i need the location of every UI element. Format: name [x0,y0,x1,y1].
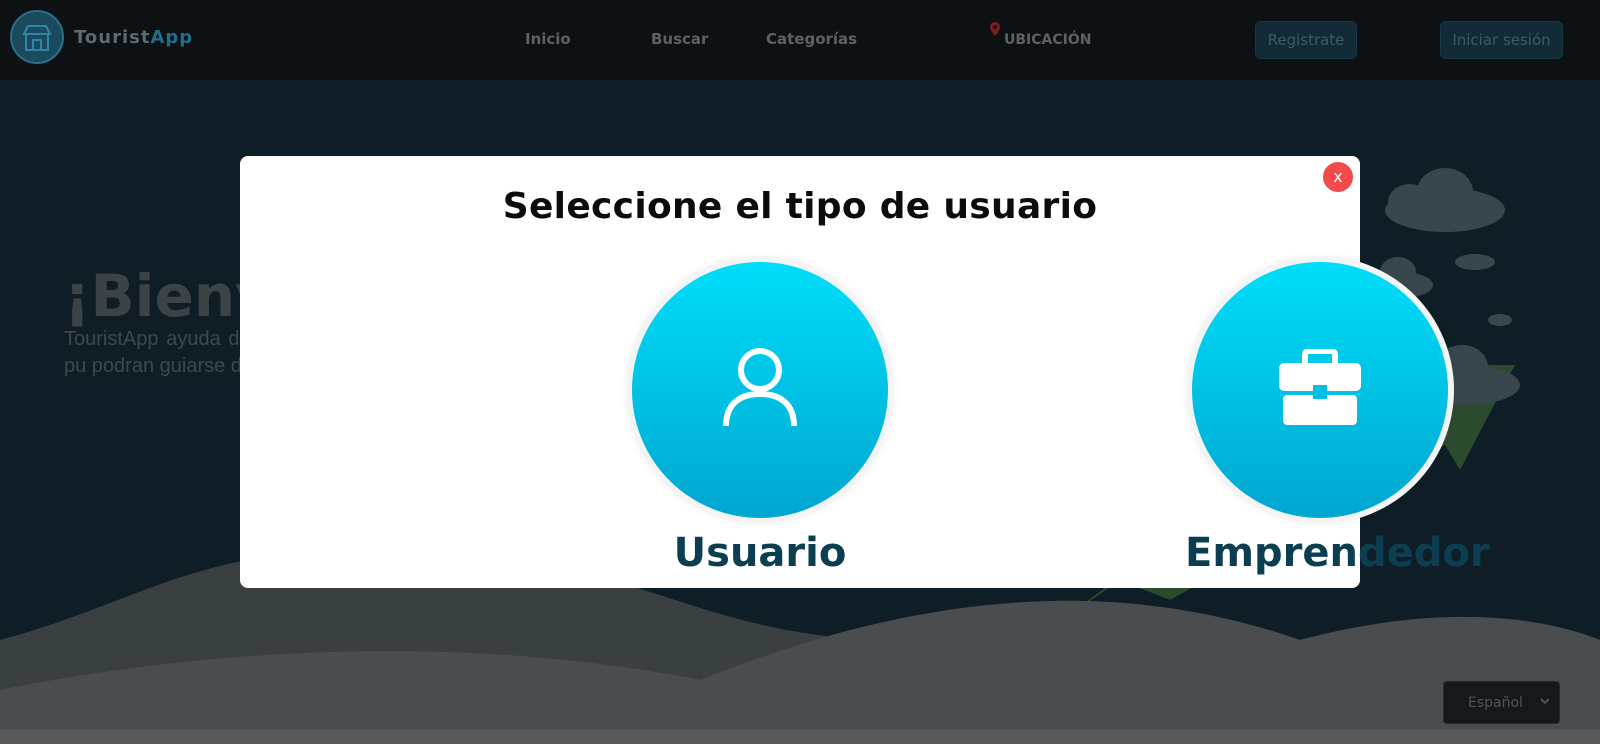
close-button[interactable]: x [1323,162,1353,192]
language-select[interactable]: Español [1443,681,1560,724]
logo-text-app: App [150,26,194,48]
top-navbar: TouristApp Inicio Buscar Categorías UBIC… [0,0,1600,80]
briefcase-icon [1277,348,1363,431]
user-icon [720,346,800,434]
option-emprendedor[interactable]: Emprendedor [1185,256,1490,576]
option-usuario[interactable]: Usuario [625,256,895,576]
nav-categorias[interactable]: Categorías [766,30,857,48]
login-button[interactable]: Iniciar sesión [1440,21,1563,59]
logo-text-tourist: Tourist [74,26,151,48]
nav-buscar[interactable]: Buscar [651,30,708,48]
chevron-down-icon [1539,695,1551,711]
nav-inicio[interactable]: Inicio [525,30,571,48]
page-bottom-strip [0,729,1600,744]
option-usuario-ring [626,256,894,524]
logo-store-icon [10,10,64,64]
location-selector[interactable]: UBICACIÓN [990,22,1092,48]
option-emprendedor-ring [1186,256,1454,524]
logo-text: TouristApp [74,27,193,48]
language-select-value: Español [1468,694,1523,711]
option-usuario-circle [632,262,888,518]
location-label: UBICACIÓN [1004,32,1092,48]
map-pin-icon [990,22,1000,42]
user-type-modal: Seleccione el tipo de usuario x Usuario [240,156,1490,588]
option-emprendedor-circle [1192,262,1448,518]
modal-title: Seleccione el tipo de usuario [502,186,1098,227]
register-button[interactable]: Registrate [1255,21,1357,59]
option-usuario-label: Usuario [673,530,847,576]
option-emprendedor-label: Emprendedor [1185,530,1490,576]
logo[interactable]: TouristApp [10,10,193,64]
